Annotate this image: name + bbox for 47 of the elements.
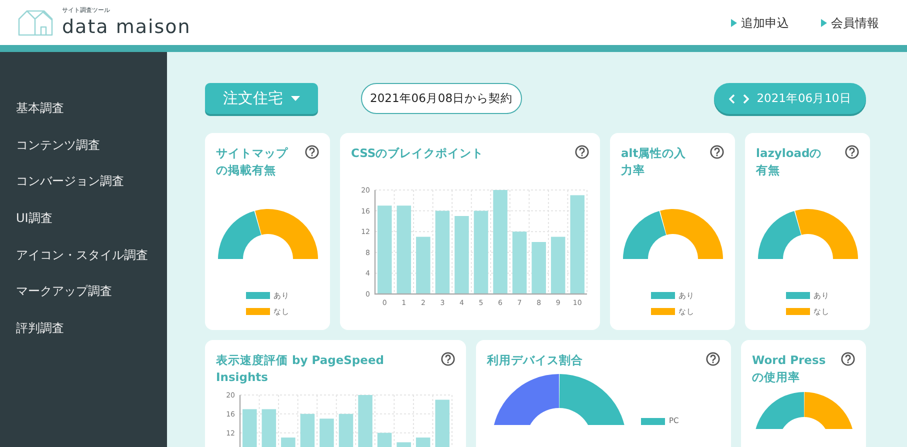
bar bbox=[281, 438, 296, 447]
previous-icon bbox=[728, 94, 735, 104]
help-icon[interactable] bbox=[575, 145, 589, 159]
sidebar-item[interactable]: 基本調査 bbox=[0, 90, 167, 127]
bar bbox=[435, 400, 450, 447]
header-link[interactable]: 追加申込 bbox=[731, 14, 789, 32]
bar bbox=[416, 438, 430, 447]
help-icon[interactable] bbox=[706, 352, 720, 366]
bar bbox=[242, 410, 257, 447]
card-title: Word Pressの使用率 bbox=[752, 352, 827, 386]
card-title: CSSのブレイクポイント bbox=[351, 145, 484, 162]
card-title: 利用デバイス割合 bbox=[487, 352, 583, 369]
bar bbox=[416, 236, 430, 294]
house-logo-icon bbox=[18, 9, 54, 36]
sidebar-item[interactable]: マークアップ調査 bbox=[0, 272, 167, 310]
bar bbox=[377, 433, 392, 447]
bar bbox=[262, 410, 276, 447]
sidebar-item[interactable]: UI調査 bbox=[0, 200, 167, 236]
chevron-icon bbox=[731, 18, 737, 26]
help-icon[interactable] bbox=[305, 145, 319, 159]
card-title: alt属性の入力率 bbox=[621, 145, 688, 178]
help-icon[interactable] bbox=[710, 145, 724, 159]
bar bbox=[512, 231, 527, 294]
header-link[interactable]: 会員情報 bbox=[821, 14, 879, 32]
bar bbox=[532, 242, 546, 294]
help-icon[interactable] bbox=[841, 352, 855, 366]
help-icon[interactable] bbox=[845, 145, 859, 159]
card-title: サイトマップの掲載有無 bbox=[216, 145, 289, 178]
bar bbox=[550, 236, 566, 294]
axis-line bbox=[239, 395, 241, 447]
bar bbox=[338, 414, 354, 447]
bar bbox=[300, 414, 315, 447]
sidebar-item[interactable]: コンバージョン調査 bbox=[0, 163, 167, 200]
bar bbox=[358, 395, 372, 447]
contract-date-label: 2021年06月08日から契約 bbox=[361, 83, 522, 114]
sidebar-item[interactable]: コンテンツ調査 bbox=[0, 126, 167, 164]
bar bbox=[396, 442, 411, 447]
sidebar-item[interactable]: 評判調査 bbox=[0, 310, 167, 346]
bar bbox=[320, 418, 334, 447]
next-icon bbox=[742, 94, 749, 104]
sidebar-item[interactable]: アイコン・スタイル調査 bbox=[0, 236, 167, 273]
logo-text: data maison bbox=[62, 18, 191, 37]
caret-icon bbox=[291, 96, 300, 101]
chevron-icon bbox=[821, 18, 827, 26]
card-title: 表示速度評価 by PageSpeed Insights bbox=[216, 352, 385, 386]
card-title: lazyloadの有無 bbox=[756, 145, 823, 178]
help-icon[interactable] bbox=[441, 352, 455, 366]
